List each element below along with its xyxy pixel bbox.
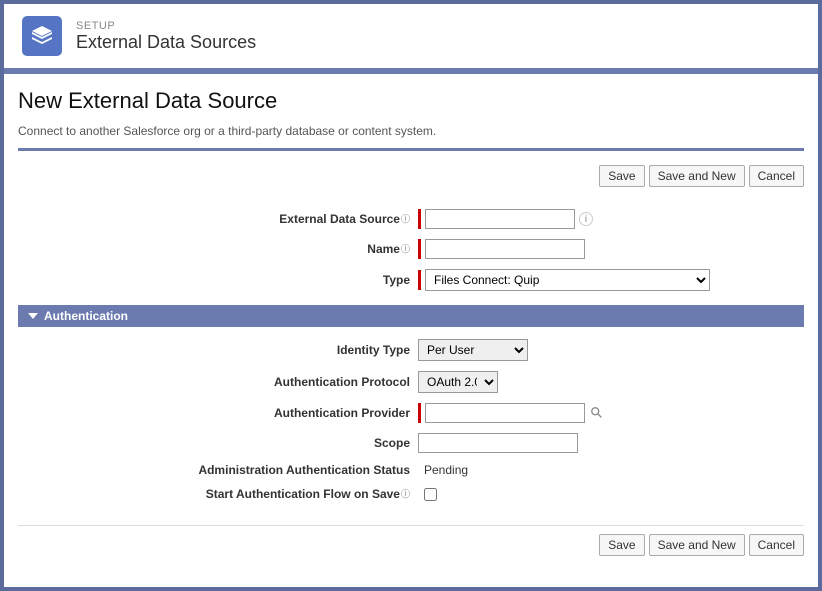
- lookup-icon[interactable]: [589, 405, 605, 421]
- page-subtitle: Connect to another Salesforce org or a t…: [18, 124, 804, 138]
- required-indicator: [418, 403, 421, 423]
- setup-label: SETUP: [76, 20, 256, 32]
- name-label: Nameⓘ: [18, 242, 418, 256]
- external-data-source-input[interactable]: [425, 209, 575, 229]
- name-input[interactable]: [425, 239, 585, 259]
- top-button-bar: Save Save and New Cancel: [18, 159, 804, 193]
- header-title: External Data Sources: [76, 32, 256, 53]
- bottom-button-bar: Save Save and New Cancel: [18, 525, 804, 562]
- required-indicator: [418, 209, 421, 229]
- page-title: New External Data Source: [18, 88, 804, 114]
- info-icon[interactable]: i: [579, 212, 593, 226]
- start-auth-flow-label: Start Authentication Flow on Saveⓘ: [18, 487, 418, 501]
- start-auth-flow-checkbox[interactable]: [424, 488, 437, 501]
- external-data-source-label: External Data Sourceⓘ: [18, 212, 418, 226]
- save-and-new-button[interactable]: Save and New: [649, 165, 745, 187]
- save-button[interactable]: Save: [599, 165, 644, 187]
- auth-protocol-label: Authentication Protocol: [18, 375, 418, 389]
- required-indicator: [418, 239, 421, 259]
- required-indicator: [418, 270, 421, 290]
- auth-protocol-select[interactable]: OAuth 2.0: [418, 371, 498, 393]
- identity-type-label: Identity Type: [18, 343, 418, 357]
- section-title: Authentication: [44, 309, 128, 323]
- chevron-down-icon: [28, 313, 38, 319]
- identity-type-select[interactable]: Per User: [418, 339, 528, 361]
- divider: [18, 148, 804, 151]
- save-and-new-button[interactable]: Save and New: [649, 534, 745, 556]
- auth-provider-label: Authentication Provider: [18, 406, 418, 420]
- admin-auth-status-label: Administration Authentication Status: [18, 463, 418, 477]
- auth-provider-input[interactable]: [425, 403, 585, 423]
- scope-input[interactable]: [418, 433, 578, 453]
- type-select[interactable]: Files Connect: Quip: [425, 269, 710, 291]
- scope-label: Scope: [18, 436, 418, 450]
- cancel-button[interactable]: Cancel: [749, 534, 804, 556]
- save-button[interactable]: Save: [599, 534, 644, 556]
- type-label: Type: [18, 273, 418, 287]
- layers-icon: [22, 16, 62, 56]
- setup-header: SETUP External Data Sources: [4, 4, 818, 74]
- authentication-section-header[interactable]: Authentication: [18, 305, 804, 327]
- cancel-button[interactable]: Cancel: [749, 165, 804, 187]
- admin-auth-status-value: Pending: [418, 463, 468, 477]
